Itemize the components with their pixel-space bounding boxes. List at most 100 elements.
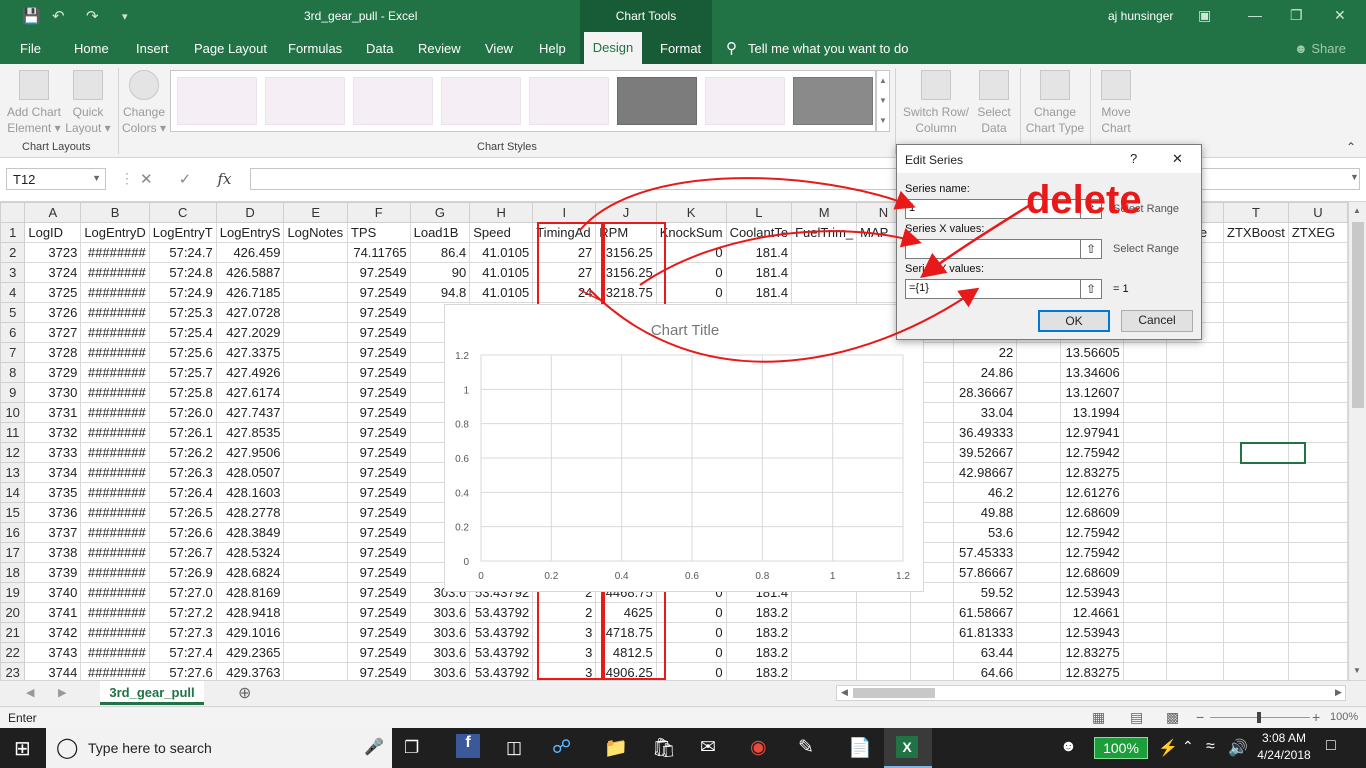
- cell[interactable]: [1223, 502, 1289, 523]
- row-header[interactable]: 11: [0, 422, 26, 443]
- windows-start-icon[interactable]: ⊞: [14, 736, 31, 761]
- cell[interactable]: 0: [655, 262, 727, 283]
- cell[interactable]: 57:26.5: [148, 502, 217, 523]
- header-cell[interactable]: Load1B: [409, 222, 471, 243]
- insert-function-icon[interactable]: fx: [218, 170, 232, 188]
- zoom-out-icon[interactable]: −: [1196, 709, 1204, 725]
- cell[interactable]: [1166, 622, 1225, 643]
- undo-icon[interactable]: ↶: [52, 7, 65, 25]
- chevron-left-icon[interactable]: ◀: [841, 687, 848, 698]
- cell[interactable]: 97.2549: [346, 422, 411, 443]
- cell[interactable]: [283, 302, 348, 323]
- microphone-icon[interactable]: 🎤: [364, 737, 384, 757]
- cell[interactable]: 181.4: [725, 262, 793, 283]
- series-x-input[interactable]: [905, 239, 1100, 259]
- cell[interactable]: 97.2549: [346, 502, 411, 523]
- cell[interactable]: [283, 282, 348, 303]
- column-header[interactable]: I: [532, 202, 597, 223]
- cell[interactable]: 3724: [24, 262, 82, 283]
- cancel-button[interactable]: Cancel: [1121, 310, 1193, 332]
- cell[interactable]: [283, 382, 348, 403]
- task-view-icon[interactable]: ❐: [404, 738, 419, 758]
- cell[interactable]: 3741: [24, 602, 82, 623]
- cell[interactable]: 429.3763: [215, 662, 285, 680]
- cell[interactable]: [1166, 602, 1225, 623]
- cell[interactable]: 3729: [24, 362, 82, 383]
- cell[interactable]: 53.43792: [469, 622, 534, 643]
- cell[interactable]: 57:26.7: [148, 542, 217, 563]
- cell[interactable]: [1016, 602, 1061, 623]
- cell[interactable]: 3743: [24, 642, 82, 663]
- quick-layout-button[interactable]: Quick Layout ▾: [62, 70, 114, 136]
- cell[interactable]: [1287, 602, 1348, 623]
- cell[interactable]: 57.45333: [953, 542, 1018, 563]
- cell[interactable]: [1223, 242, 1289, 263]
- cell[interactable]: [1122, 542, 1168, 563]
- cell[interactable]: [856, 662, 911, 680]
- vertical-scrollbar[interactable]: ▲ ▼: [1348, 202, 1366, 680]
- cell[interactable]: 303.6: [409, 642, 471, 663]
- sheet-tab-3rd-gear-pull[interactable]: 3rd_gear_pull: [100, 681, 204, 705]
- cell[interactable]: [1016, 362, 1061, 383]
- header-cell[interactable]: LogNotes: [283, 222, 348, 243]
- header-cell[interactable]: LogEntryS: [215, 222, 285, 243]
- cell[interactable]: [283, 362, 348, 383]
- cell[interactable]: [1223, 582, 1289, 603]
- cell[interactable]: 3726: [24, 302, 82, 323]
- cell[interactable]: [909, 602, 955, 623]
- cell[interactable]: 97.2549: [346, 282, 411, 303]
- tab-format[interactable]: Format: [660, 41, 701, 56]
- cell[interactable]: [1166, 362, 1225, 383]
- cell[interactable]: [1287, 662, 1348, 680]
- cell[interactable]: [1223, 622, 1289, 643]
- column-header[interactable]: L: [725, 202, 793, 223]
- column-header[interactable]: J: [595, 202, 657, 223]
- select-data-button[interactable]: Select Data: [972, 70, 1016, 136]
- chevron-right-icon[interactable]: ▶: [58, 686, 66, 699]
- cell[interactable]: 428.1603: [215, 482, 285, 503]
- cell[interactable]: [283, 502, 348, 523]
- chart-style-7[interactable]: [705, 77, 785, 125]
- tell-me-search[interactable]: Tell me what you want to do: [748, 41, 908, 56]
- column-header[interactable]: C: [148, 202, 217, 223]
- cell[interactable]: [1166, 662, 1225, 680]
- cell[interactable]: [791, 282, 858, 303]
- cell[interactable]: [283, 662, 348, 680]
- cell[interactable]: 427.9506: [215, 442, 285, 463]
- cell[interactable]: [1287, 522, 1348, 543]
- cell[interactable]: 24.86: [953, 362, 1018, 383]
- paint-icon[interactable]: ✎: [798, 736, 814, 759]
- cell[interactable]: 426.7185: [215, 282, 285, 303]
- chevron-left-icon[interactable]: ◀: [26, 686, 34, 699]
- cell[interactable]: ########: [80, 562, 150, 583]
- cell[interactable]: ########: [80, 422, 150, 443]
- cell[interactable]: ########: [80, 622, 150, 643]
- cell[interactable]: 3736: [24, 502, 82, 523]
- cell[interactable]: [283, 542, 348, 563]
- cell[interactable]: 57:24.7: [148, 242, 217, 263]
- cell[interactable]: ########: [80, 342, 150, 363]
- cell[interactable]: [1122, 662, 1168, 680]
- cell[interactable]: [1166, 442, 1225, 463]
- header-cell[interactable]: ZTXBoost: [1223, 222, 1289, 243]
- cell[interactable]: [1166, 482, 1225, 503]
- cell[interactable]: [1223, 262, 1289, 283]
- cell[interactable]: 303.6: [409, 622, 471, 643]
- chart-title[interactable]: Chart Title: [651, 322, 719, 339]
- header-cell[interactable]: FuelTrim_: [791, 222, 858, 243]
- cell[interactable]: 57:27.3: [148, 622, 217, 643]
- cell[interactable]: 57:26.4: [148, 482, 217, 503]
- selected-cell[interactable]: [1240, 442, 1306, 464]
- cell[interactable]: 12.61276: [1059, 482, 1124, 503]
- cell[interactable]: 97.2549: [346, 602, 411, 623]
- cell[interactable]: [1016, 442, 1061, 463]
- cell[interactable]: ########: [80, 402, 150, 423]
- select-all-corner[interactable]: [0, 202, 26, 223]
- cell[interactable]: 86.4: [409, 242, 471, 263]
- cell[interactable]: [1287, 462, 1348, 483]
- row-header[interactable]: 10: [0, 402, 26, 423]
- row-header[interactable]: 18: [0, 562, 26, 583]
- cell[interactable]: 57:26.9: [148, 562, 217, 583]
- cell[interactable]: 0: [655, 662, 727, 680]
- row-header[interactable]: 6: [0, 322, 26, 343]
